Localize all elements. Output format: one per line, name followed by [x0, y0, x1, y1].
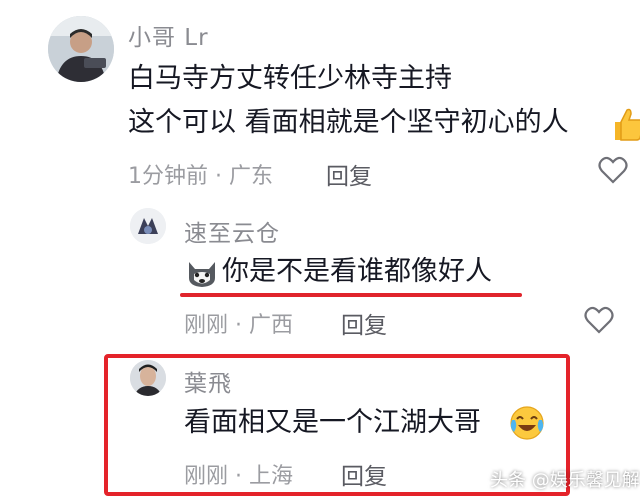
- logo-avatar-icon: [130, 208, 166, 244]
- comment-username[interactable]: 葉飛: [184, 364, 232, 398]
- avatar-comment-1[interactable]: [48, 16, 114, 82]
- comment-username[interactable]: 速至云仓: [184, 214, 280, 248]
- comment-text: 看面相又是一个江湖大哥: [184, 407, 481, 438]
- man-photo-avatar-icon: [130, 360, 166, 396]
- thumbs-up-emoji-icon: [607, 104, 640, 144]
- comment-time-location: 刚刚 · 广西: [184, 313, 293, 338]
- red-highlight-underline: [180, 293, 522, 297]
- comment-time-location: 刚刚 · 上海: [184, 464, 293, 489]
- husky-dog-emoji-icon: [184, 254, 220, 290]
- laughing-crying-emoji-icon: [508, 404, 546, 442]
- reply-button[interactable]: 回复: [341, 306, 387, 340]
- avatar-comment-2[interactable]: [130, 208, 166, 244]
- avatar-comment-3[interactable]: [130, 360, 166, 396]
- comment-username[interactable]: 小哥 Lr: [128, 18, 209, 52]
- man-photo-avatar-icon: [48, 16, 114, 82]
- comment-text-line-1: 白马寺方丈转任少林寺主持: [128, 63, 452, 94]
- reply-button[interactable]: 回复: [341, 457, 387, 491]
- like-heart-icon[interactable]: [584, 306, 614, 338]
- comment-text: 你是不是看谁都像好人: [222, 256, 492, 287]
- like-heart-icon[interactable]: [598, 156, 628, 188]
- watermark-text: 头条 @娱乐馨见解: [490, 470, 640, 491]
- reply-button[interactable]: 回复: [326, 157, 372, 191]
- comment-time-location: 1分钟前 · 广东: [128, 164, 273, 189]
- comment-text-line-2: 这个可以 看面相就是个坚守初心的人: [128, 107, 569, 138]
